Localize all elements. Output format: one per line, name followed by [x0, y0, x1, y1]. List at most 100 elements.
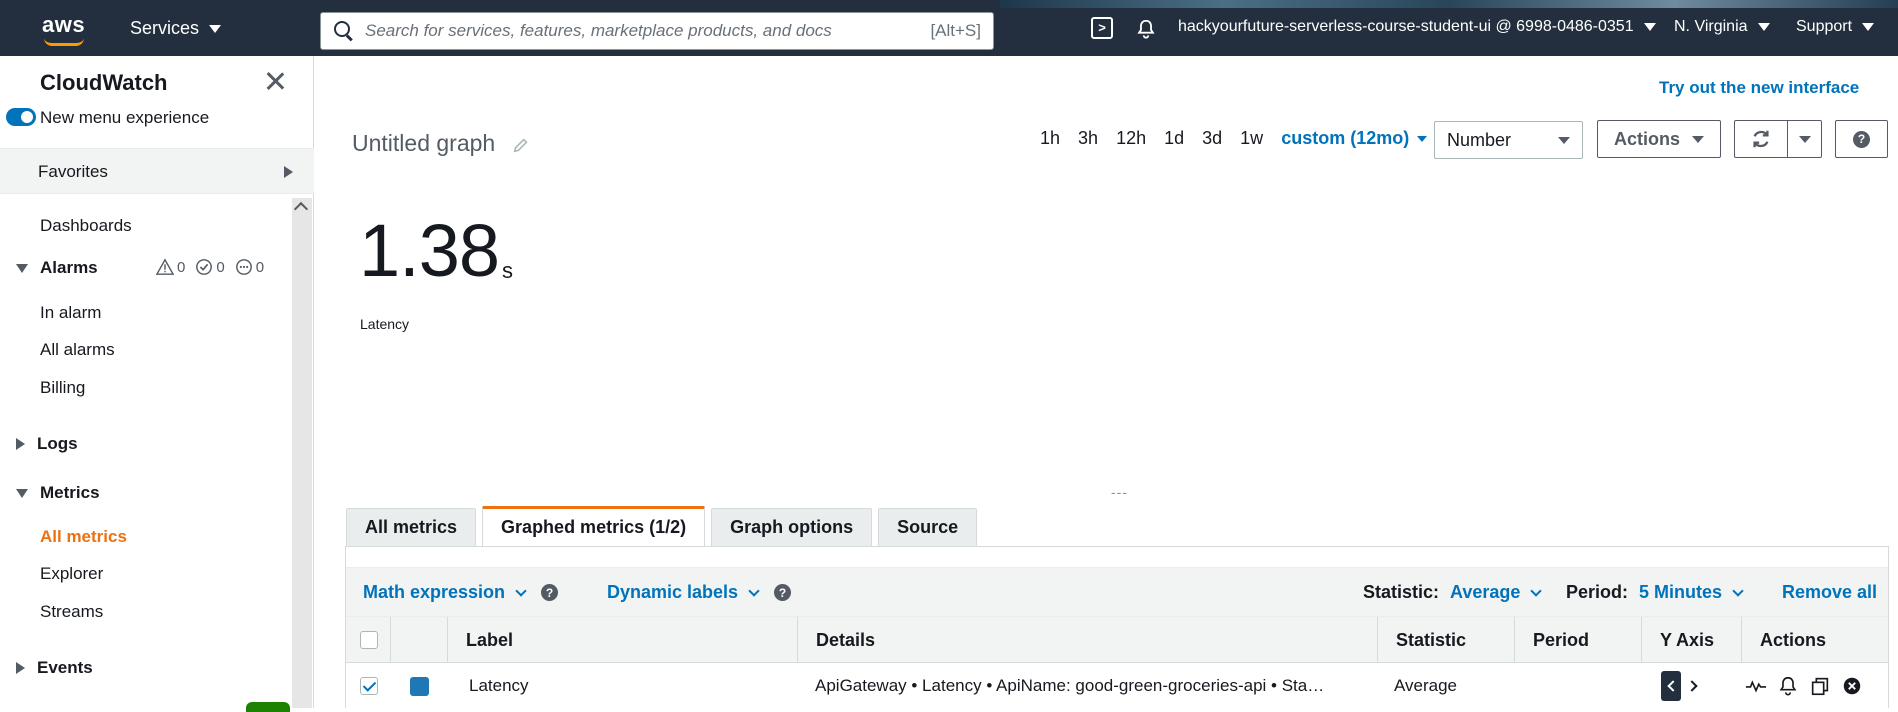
time-range-1h[interactable]: 1h	[1040, 128, 1060, 149]
sidebar-favorites[interactable]: Favorites	[0, 148, 314, 194]
expand-right-icon	[16, 438, 25, 450]
select-all-cell	[346, 617, 390, 663]
column-header-details[interactable]: Details	[797, 617, 1377, 663]
sidebar-section-events[interactable]: Events	[16, 658, 93, 678]
column-header-label[interactable]: Label	[447, 617, 797, 663]
check-circle-icon	[196, 259, 213, 275]
time-range-1d[interactable]: 1d	[1164, 128, 1184, 149]
y-axis-left-button[interactable]	[1661, 671, 1681, 701]
sidebar-section-metrics[interactable]: Metrics	[16, 483, 100, 503]
sidebar-item-all-metrics[interactable]: All metrics	[40, 527, 127, 547]
time-range-1w[interactable]: 1w	[1240, 128, 1263, 149]
actions-button[interactable]: Actions	[1597, 120, 1721, 158]
support-menu[interactable]: Support	[1796, 18, 1875, 36]
graph-metric-icon[interactable]	[1745, 675, 1767, 697]
period-dropdown[interactable]: 5 Minutes	[1639, 582, 1744, 603]
refresh-button[interactable]	[1734, 120, 1788, 158]
caret-down-icon	[1692, 135, 1704, 143]
search-shortcut: [Alt+S]	[930, 21, 981, 40]
status-indicator	[246, 702, 290, 712]
nav-decoration	[1000, 0, 1898, 8]
sidebar-item-dashboards[interactable]: Dashboards	[40, 216, 132, 236]
sidebar-item-all-alarms[interactable]: All alarms	[40, 340, 115, 360]
tab-all-metrics[interactable]: All metrics	[346, 508, 477, 546]
refresh-options-button[interactable]	[1787, 120, 1822, 158]
metric-value: 1.38	[359, 209, 500, 292]
caret-down-icon	[1643, 23, 1656, 31]
alarm-count-in-alarm[interactable]: 0	[156, 258, 185, 276]
notifications-bell-icon[interactable]	[1135, 18, 1157, 40]
search-icon	[333, 20, 355, 42]
chevron-down-icon	[1732, 584, 1744, 597]
tab-graphed-metrics[interactable]: Graphed metrics (1/2)	[482, 506, 706, 546]
row-checkbox[interactable]	[360, 677, 378, 695]
caret-down-icon	[209, 24, 222, 33]
graphed-metrics-panel: Math expression ? Dynamic labels ? Stati…	[345, 546, 1889, 709]
metric-unit: s	[502, 258, 513, 283]
alarm-counts: 0 0 0	[156, 258, 264, 276]
sidebar-item-streams[interactable]: Streams	[40, 602, 103, 622]
alarm-count-ok[interactable]: 0	[195, 258, 225, 276]
help-button[interactable]: ?	[1835, 120, 1888, 158]
select-all-checkbox[interactable]	[360, 631, 378, 649]
chevron-down-icon	[748, 584, 760, 597]
statistic-dropdown[interactable]: Average	[1450, 582, 1543, 603]
dynamic-labels-dropdown[interactable]: Dynamic labels ?	[607, 582, 792, 603]
tab-graph-options[interactable]: Graph options	[711, 508, 873, 546]
sidebar-item-explorer[interactable]: Explorer	[40, 564, 103, 584]
cloudshell-icon[interactable]: >	[1091, 17, 1113, 39]
math-expression-dropdown[interactable]: Math expression ?	[363, 582, 559, 603]
remove-all-button[interactable]: Remove all	[1782, 582, 1877, 603]
row-y-axis	[1661, 663, 1703, 709]
new-menu-toggle-label: New menu experience	[40, 108, 210, 127]
help-icon[interactable]: ?	[774, 584, 792, 601]
column-header-statistic[interactable]: Statistic	[1377, 617, 1514, 663]
new-menu-toggle[interactable]	[6, 108, 36, 126]
edit-pencil-icon[interactable]	[512, 136, 530, 154]
series-color-swatch[interactable]	[410, 676, 429, 696]
refresh-icon	[1753, 130, 1769, 148]
row-statistic[interactable]: Average	[1394, 663, 1457, 709]
remove-metric-icon[interactable]	[1841, 675, 1863, 697]
scroll-up-icon[interactable]	[293, 201, 309, 217]
expand-down-icon	[16, 488, 28, 498]
duplicate-icon[interactable]	[1809, 675, 1831, 697]
alarm-count-insufficient[interactable]: 0	[235, 258, 264, 276]
time-range-12h[interactable]: 12h	[1116, 128, 1146, 149]
column-header-period[interactable]: Period	[1514, 617, 1641, 663]
time-range-custom[interactable]: custom (12mo)	[1281, 128, 1428, 149]
chevron-down-icon	[1530, 584, 1543, 597]
column-header-y-axis[interactable]: Y Axis	[1641, 617, 1741, 663]
graph-title: Untitled graph	[352, 130, 496, 156]
metrics-toolbar: Math expression ? Dynamic labels ? Stati…	[346, 567, 1888, 617]
time-range-selector: 1h 3h 12h 1d 3d 1w custom (12mo)	[1040, 128, 1428, 149]
table-row: Latency ApiGateway • Latency • ApiName: …	[346, 663, 1888, 709]
sidebar-item-in-alarm[interactable]: In alarm	[40, 303, 101, 323]
help-icon[interactable]: ?	[541, 584, 559, 601]
search-bar[interactable]: [Alt+S]	[320, 12, 994, 50]
ellipsis-circle-icon	[235, 259, 252, 275]
region-menu[interactable]: N. Virginia	[1674, 18, 1770, 36]
services-menu[interactable]: Services	[130, 18, 222, 39]
aws-logo[interactable]: aws	[42, 12, 92, 46]
time-range-3d[interactable]: 3d	[1202, 128, 1222, 149]
row-select-cell	[360, 663, 378, 709]
search-input[interactable]	[365, 21, 931, 41]
sidebar-item-billing[interactable]: Billing	[40, 378, 85, 398]
close-icon[interactable]	[262, 68, 288, 94]
sidebar-scrollbar[interactable]	[292, 198, 312, 708]
row-label[interactable]: Latency	[469, 663, 529, 709]
time-range-3h[interactable]: 3h	[1078, 128, 1098, 149]
table-header: Label Details Statistic Period Y Axis Ac…	[346, 617, 1888, 663]
chevron-down-icon	[515, 584, 527, 597]
account-menu[interactable]: hackyourfuture-serverless-course-student…	[1178, 18, 1656, 36]
y-axis-right-button[interactable]	[1683, 671, 1703, 701]
try-new-interface-link[interactable]: Try out the new interface	[1659, 78, 1859, 98]
create-alarm-bell-icon[interactable]	[1777, 675, 1799, 697]
sidebar-section-logs[interactable]: Logs	[16, 434, 78, 454]
tab-source[interactable]: Source	[878, 508, 978, 546]
row-actions	[1745, 663, 1863, 709]
resize-handle[interactable]: ---	[1111, 484, 1128, 500]
sidebar-section-alarms[interactable]: Alarms	[16, 258, 98, 278]
view-type-select[interactable]: Number	[1434, 121, 1583, 159]
